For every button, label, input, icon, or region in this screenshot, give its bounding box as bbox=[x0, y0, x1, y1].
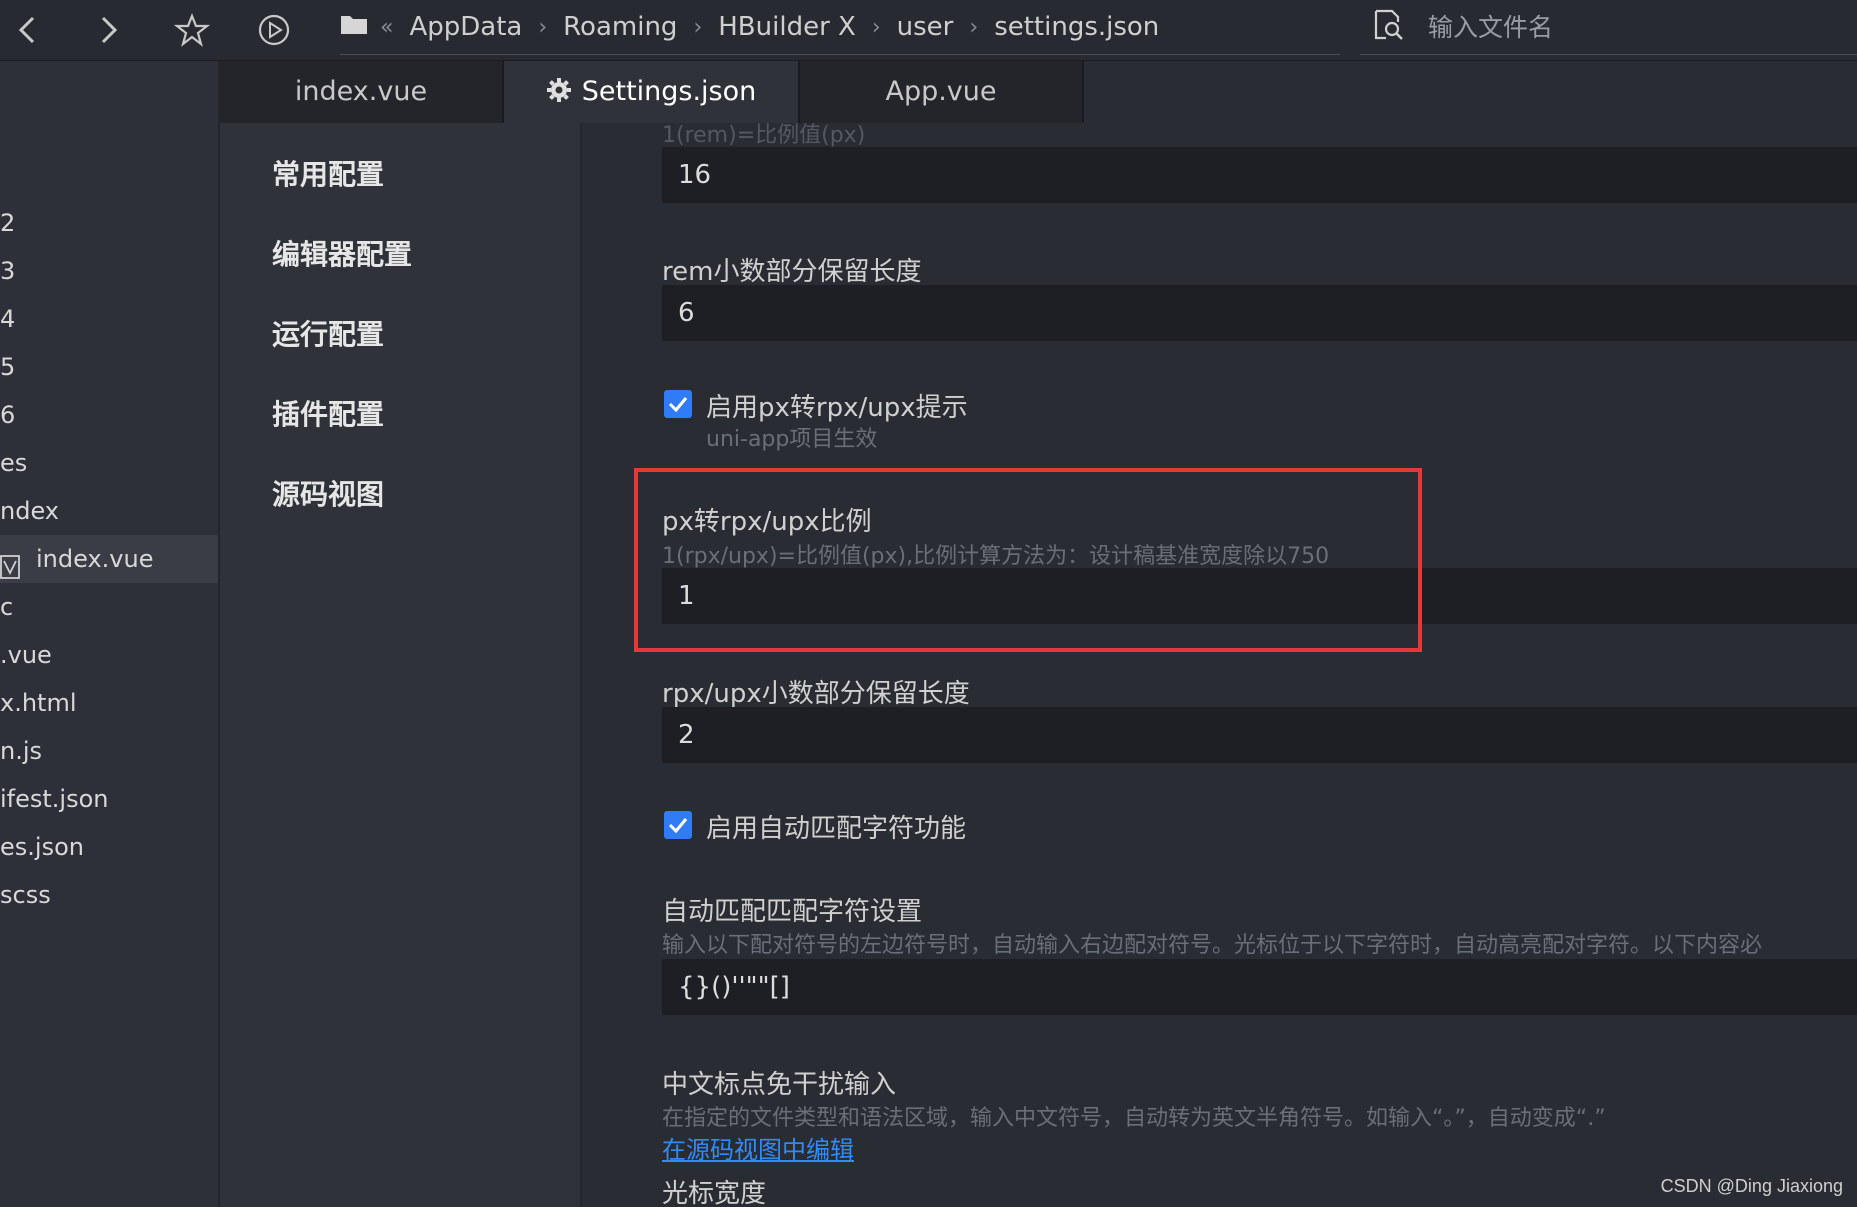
tab-settings-json[interactable]: Settings.json bbox=[504, 61, 800, 123]
breadcrumb-item[interactable]: AppData bbox=[401, 12, 530, 42]
tree-item[interactable]: n.js bbox=[0, 727, 218, 775]
checkmark-icon bbox=[668, 397, 688, 413]
tree-item[interactable]: es.json bbox=[0, 823, 218, 871]
tree-item-active[interactable]: index.vue bbox=[0, 535, 218, 583]
rpx-decimal-input[interactable] bbox=[662, 707, 1857, 763]
setting-label: 启用px转rpx/upx提示 bbox=[706, 393, 968, 423]
vue-file-icon bbox=[0, 547, 22, 583]
file-tree: 2 3 4 5 6 es ndex index.vue c .vue x.htm… bbox=[0, 61, 220, 1207]
nav-item-common[interactable]: 常用配置 bbox=[272, 153, 384, 193]
rem-ratio-input[interactable] bbox=[662, 147, 1857, 203]
nav-item-editor[interactable]: 编辑器配置 bbox=[272, 233, 412, 273]
edit-in-source-view-link[interactable]: 在源码视图中编辑 bbox=[662, 1130, 854, 1165]
setting-label: rem小数部分保留长度 bbox=[662, 257, 922, 287]
setting-label: 光标宽度 bbox=[662, 1179, 767, 1207]
setting-description: uni-app项目生效 bbox=[706, 427, 878, 452]
chevron-right-icon: › bbox=[693, 14, 703, 40]
chevron-right-icon[interactable] bbox=[88, 10, 128, 50]
tree-item[interactable]: 2 bbox=[0, 199, 218, 247]
breadcrumb-item[interactable]: Roaming bbox=[555, 12, 685, 42]
tree-item[interactable]: es bbox=[0, 439, 218, 487]
folder-icon[interactable] bbox=[340, 12, 372, 43]
chevron-left-icon[interactable] bbox=[8, 10, 48, 50]
tree-item[interactable]: ifest.json bbox=[0, 775, 218, 823]
rpx-ratio-input[interactable] bbox=[662, 568, 1857, 624]
chevron-right-icon: › bbox=[969, 14, 979, 40]
breadcrumb-item[interactable]: settings.json bbox=[986, 12, 1167, 42]
settings-content: 1(rem)=比例值(px) rem小数部分保留长度 启用px转rpx/upx提… bbox=[582, 123, 1857, 1207]
tab-index-vue[interactable]: index.vue bbox=[220, 61, 504, 123]
tree-item[interactable]: 4 bbox=[0, 295, 218, 343]
breadcrumb: « AppData › Roaming › HBuilder X › user … bbox=[340, 0, 1340, 55]
px-hint-checkbox[interactable] bbox=[664, 390, 692, 418]
setting-label: 中文标点免干扰输入 bbox=[662, 1070, 897, 1100]
play-icon[interactable] bbox=[254, 10, 294, 50]
search-input[interactable] bbox=[1426, 11, 1850, 43]
checkmark-icon bbox=[668, 818, 688, 834]
tree-item[interactable]: 3 bbox=[0, 247, 218, 295]
editor-tabs: index.vue Settings.json App.vue bbox=[220, 61, 1857, 123]
chevron-right-icon: › bbox=[871, 14, 881, 40]
search-file-icon[interactable] bbox=[1372, 8, 1406, 46]
tree-item[interactable]: .vue bbox=[0, 631, 218, 679]
gear-icon bbox=[546, 64, 572, 126]
tree-item[interactable]: 5 bbox=[0, 343, 218, 391]
setting-label: 自动匹配匹配字符设置 bbox=[662, 897, 923, 927]
setting-label: px转rpx/upx比例 bbox=[662, 507, 872, 537]
breadcrumb-overflow[interactable]: « bbox=[372, 15, 401, 40]
setting-description: 1(rem)=比例值(px) bbox=[662, 123, 866, 148]
nav-item-source-view[interactable]: 源码视图 bbox=[272, 473, 384, 513]
settings-nav: 常用配置 编辑器配置 运行配置 插件配置 源码视图 bbox=[220, 123, 582, 1207]
setting-label: 启用自动匹配字符功能 bbox=[706, 814, 967, 844]
setting-label: rpx/upx小数部分保留长度 bbox=[662, 679, 970, 709]
match-chars-input[interactable] bbox=[662, 959, 1857, 1015]
tree-item[interactable]: 6 bbox=[0, 391, 218, 439]
nav-item-run[interactable]: 运行配置 bbox=[272, 313, 384, 353]
tree-item[interactable]: c bbox=[0, 583, 218, 631]
breadcrumb-item[interactable]: HBuilder X bbox=[710, 12, 864, 42]
chevron-right-icon: › bbox=[538, 14, 548, 40]
tab-app-vue[interactable]: App.vue bbox=[800, 61, 1084, 123]
star-icon[interactable] bbox=[172, 10, 212, 50]
tree-item[interactable]: ndex bbox=[0, 487, 218, 535]
breadcrumb-item[interactable]: user bbox=[889, 12, 962, 42]
watermark: CSDN @Ding Jiaxiong bbox=[1660, 1176, 1843, 1196]
setting-description: 在指定的文件类型和语法区域，输入中文符号，自动转为英文半角符号。如输入“。”，自… bbox=[662, 1106, 1606, 1131]
top-toolbar: « AppData › Roaming › HBuilder X › user … bbox=[0, 0, 1857, 61]
nav-item-plugin[interactable]: 插件配置 bbox=[272, 393, 384, 433]
tree-item[interactable]: x.html bbox=[0, 679, 218, 727]
tree-item[interactable]: scss bbox=[0, 871, 218, 919]
setting-description: 1(rpx/upx)=比例值(px),比例计算方法为：设计稿基准宽度除以750 bbox=[662, 544, 1330, 569]
auto-match-checkbox[interactable] bbox=[664, 811, 692, 839]
rem-decimal-input[interactable] bbox=[662, 285, 1857, 341]
file-search bbox=[1360, 0, 1857, 55]
setting-description: 输入以下配对符号的左边符号时，自动输入右边配对符号。光标位于以下字符时，自动高亮… bbox=[662, 933, 1763, 958]
